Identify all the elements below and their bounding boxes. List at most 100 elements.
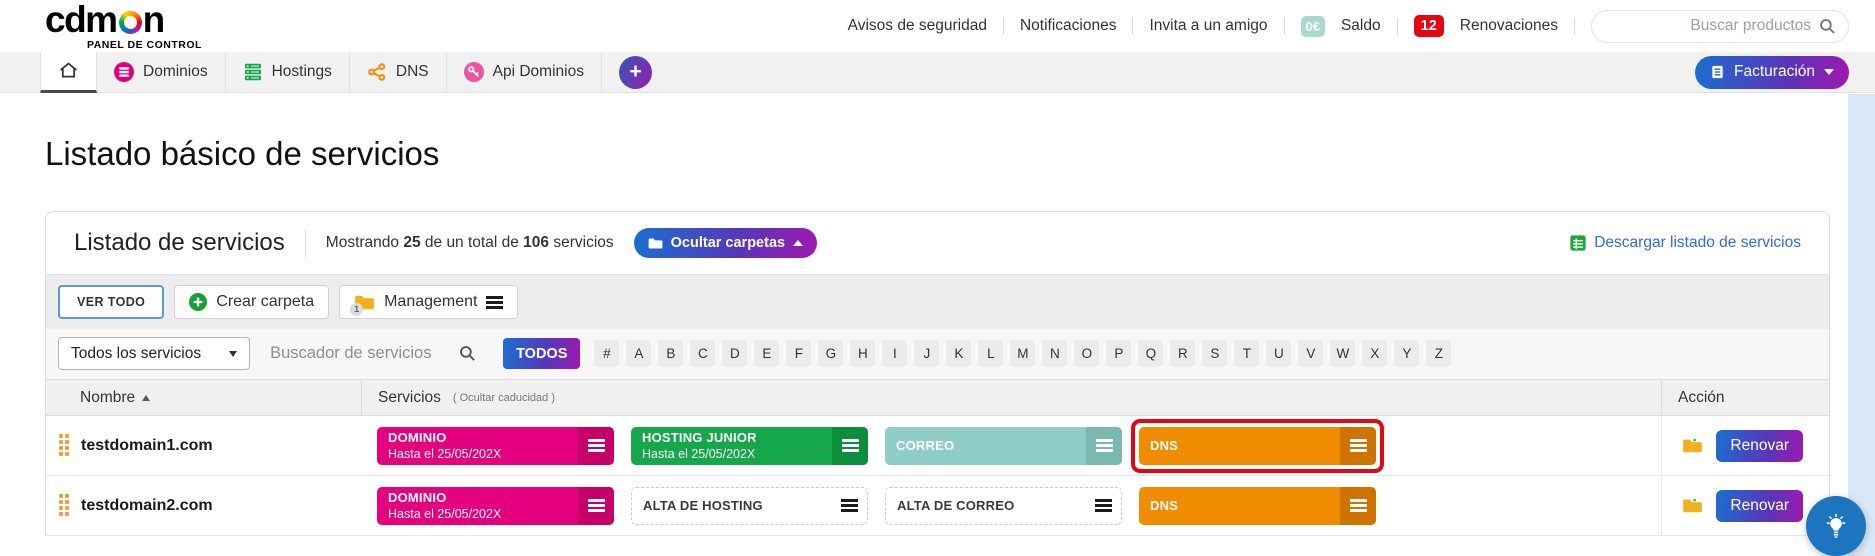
service-chip-dns[interactable]: DNS [1139, 427, 1376, 465]
letter-filter-A[interactable]: A [626, 340, 651, 367]
renew-button[interactable]: Renovar [1716, 430, 1803, 462]
letter-filter-T[interactable]: T [1234, 340, 1259, 367]
column-header-nombre[interactable]: Nombre [46, 389, 361, 407]
cdmon-logo[interactable]: cdmn PANEL DE CONTROL [45, 1, 202, 51]
chip-menu-button[interactable] [1340, 427, 1376, 465]
drag-handle[interactable] [59, 434, 70, 457]
product-search-input[interactable] [1604, 17, 1811, 35]
letter-filter-N[interactable]: N [1042, 340, 1067, 367]
billing-label: Facturación [1734, 63, 1815, 81]
plus-circle-icon [189, 293, 207, 311]
ver-todo-button[interactable]: VER TODO [58, 285, 164, 319]
service-chip-dominio[interactable]: DOMINIO Hasta el 25/05/202X [377, 427, 614, 465]
chip-menu-button[interactable] [1085, 488, 1121, 524]
tab-dns[interactable]: DNS [350, 52, 447, 93]
tab-hostings[interactable]: Hostings [226, 52, 350, 93]
letter-filter-F[interactable]: F [786, 340, 811, 367]
logo-rainbow-o-icon [119, 11, 142, 34]
letter-filter-B[interactable]: B [658, 340, 683, 367]
chip-body: HOSTING JUNIOR Hasta el 25/05/202X [631, 427, 832, 465]
chip-menu-button[interactable] [1340, 487, 1376, 525]
folder-menu-icon[interactable] [486, 296, 503, 309]
management-folder-button[interactable]: 1 Management [339, 285, 518, 319]
domain-name[interactable]: testdomain2.com [81, 497, 213, 515]
chip-label: ALTA DE CORREO [897, 498, 1074, 513]
service-chip-dns[interactable]: DNS [1139, 487, 1376, 525]
service-chip-alta-correo[interactable]: ALTA DE CORREO [885, 487, 1122, 525]
letter-filter-#[interactable]: # [594, 340, 619, 367]
letter-filter-V[interactable]: V [1298, 340, 1323, 367]
letter-filter-todos[interactable]: TODOS [503, 338, 580, 369]
letter-filter-H[interactable]: H [850, 340, 875, 367]
letter-filter-W[interactable]: W [1330, 340, 1355, 367]
letter-filter-X[interactable]: X [1362, 340, 1387, 367]
letter-filter-L[interactable]: L [978, 340, 1003, 367]
chip-menu-button[interactable] [831, 488, 867, 524]
letter-filter-D[interactable]: D [722, 340, 747, 367]
letter-filter-Y[interactable]: Y [1394, 340, 1419, 367]
tab-api-dominios[interactable]: Api Dominios [447, 52, 602, 93]
management-folder-label: Management [384, 293, 477, 311]
search-icon[interactable] [1819, 18, 1836, 35]
link-avisos-seguridad[interactable]: Avisos de seguridad [848, 17, 987, 35]
link-invita-amigo[interactable]: Invita a un amigo [1149, 17, 1267, 35]
chip-menu-button[interactable] [578, 487, 614, 525]
service-chip-hosting[interactable]: HOSTING JUNIOR Hasta el 25/05/202X [631, 427, 868, 465]
chip-body: ALTA DE CORREO [886, 488, 1085, 524]
tab-home[interactable] [40, 52, 97, 93]
tab-add[interactable]: + [602, 52, 669, 93]
letter-filter-Z[interactable]: Z [1426, 340, 1451, 367]
letter-filter-K[interactable]: K [946, 340, 971, 367]
link-renovaciones[interactable]: Renovaciones [1460, 17, 1558, 35]
search-icon[interactable] [459, 345, 476, 362]
drag-handle[interactable] [59, 494, 70, 517]
service-search-box[interactable] [264, 344, 489, 363]
renew-button[interactable]: Renovar [1716, 490, 1803, 522]
showing-count: 25 [403, 234, 420, 251]
hide-folders-button[interactable]: Ocultar carpetas [634, 228, 817, 258]
hide-folders-label: Ocultar carpetas [671, 235, 785, 251]
move-to-folder-button[interactable] [1682, 437, 1703, 454]
letter-filter-J[interactable]: J [914, 340, 939, 367]
letter-filter-I[interactable]: I [882, 340, 907, 367]
letter-filter-U[interactable]: U [1266, 340, 1291, 367]
link-notificaciones[interactable]: Notificaciones [1020, 17, 1117, 35]
link-saldo[interactable]: Saldo [1341, 17, 1381, 35]
letter-filter-S[interactable]: S [1202, 340, 1227, 367]
letter-filter-Q[interactable]: Q [1138, 340, 1163, 367]
service-search-input[interactable] [270, 344, 450, 363]
chip-menu-button[interactable] [1086, 427, 1122, 465]
service-chip-correo[interactable]: CORREO [885, 427, 1122, 465]
chip-menu-button[interactable] [832, 427, 868, 465]
menu-icon [1096, 439, 1113, 452]
letter-filter-P[interactable]: P [1106, 340, 1131, 367]
billing-button[interactable]: Facturación [1695, 56, 1849, 89]
ocultar-caducidad-toggle[interactable]: ( Ocultar caducidad ) [453, 392, 555, 404]
servicios-header-label: Servicios [378, 389, 441, 407]
api-key-icon [464, 62, 484, 82]
menu-icon [1350, 499, 1367, 512]
menu-icon [588, 439, 605, 452]
letter-filter-E[interactable]: E [754, 340, 779, 367]
chip-menu-button[interactable] [578, 427, 614, 465]
download-services-link[interactable]: Descargar listado de servicios [1569, 234, 1801, 252]
letter-filters: # ABCDEFGHIJKLMNOPQRSTUVWXYZ [594, 340, 1451, 367]
dns-chip-highlight-box: DNS [1139, 427, 1376, 465]
tab-dominios[interactable]: Dominios [97, 52, 226, 93]
service-chip-alta-hosting[interactable]: ALTA DE HOSTING [631, 487, 868, 525]
letter-filter-M[interactable]: M [1010, 340, 1035, 367]
domain-name[interactable]: testdomain1.com [81, 437, 213, 455]
service-type-select[interactable]: Todos los servicios [58, 337, 250, 370]
letter-filter-C[interactable]: C [690, 340, 715, 367]
letter-filter-R[interactable]: R [1170, 340, 1195, 367]
service-chip-dominio[interactable]: DOMINIO Hasta el 25/05/202X [377, 487, 614, 525]
product-search-box[interactable] [1591, 10, 1849, 43]
letter-filter-G[interactable]: G [818, 340, 843, 367]
add-service-button[interactable]: + [619, 56, 652, 89]
help-lightbulb-button[interactable] [1806, 496, 1866, 556]
main-nav: Dominios Hostings DNS [0, 52, 1875, 93]
create-folder-button[interactable]: Crear carpeta [174, 285, 329, 319]
chip-expiry: Hasta el 25/05/202X [642, 447, 821, 461]
move-to-folder-button[interactable] [1682, 497, 1703, 514]
letter-filter-O[interactable]: O [1074, 340, 1099, 367]
